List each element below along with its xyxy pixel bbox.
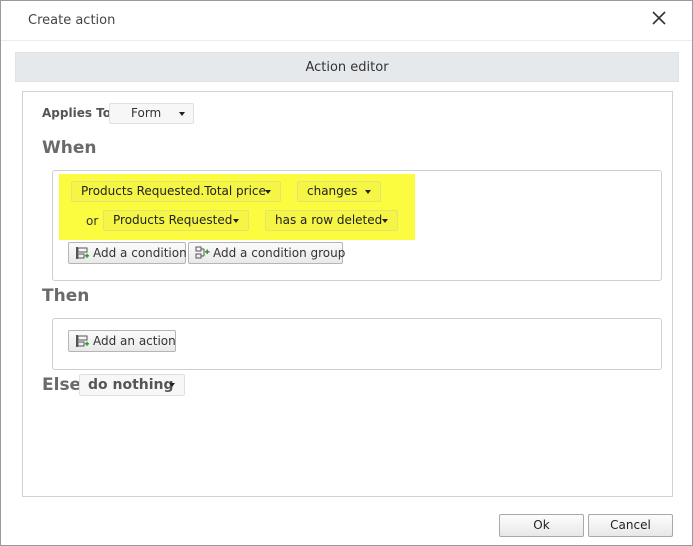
condition-2-connector: or: [86, 214, 99, 228]
chevron-down-icon: [233, 219, 239, 223]
condition-2-field-dropdown[interactable]: Products Requested: [103, 210, 249, 231]
chevron-down-icon: [382, 219, 388, 223]
add-condition-group-label: Add a condition group: [213, 246, 346, 260]
chevron-down-icon: [265, 190, 271, 194]
cancel-button[interactable]: Cancel: [588, 514, 673, 537]
add-condition-icon: [75, 246, 90, 267]
condition-2-field: Products Requested: [113, 213, 233, 227]
when-heading: When: [42, 138, 97, 158]
applies-to-label: Applies To: [42, 106, 111, 120]
condition-1-field: Products Requested.Total price: [81, 184, 266, 198]
else-heading: Else: [42, 375, 82, 395]
condition-1-operator: changes: [307, 184, 358, 198]
editor-panel: [22, 91, 673, 497]
chevron-down-icon: [179, 112, 185, 116]
applies-to-dropdown[interactable]: Form: [109, 103, 194, 124]
close-button[interactable]: [646, 5, 672, 31]
condition-1-field-dropdown[interactable]: Products Requested.Total price: [71, 181, 281, 202]
condition-2-operator-dropdown[interactable]: has a row deleted: [265, 210, 398, 231]
dialog-title: Create action: [28, 13, 116, 28]
add-action-button[interactable]: Add an action: [68, 330, 176, 352]
add-condition-group-button[interactable]: Add a condition group: [188, 242, 346, 267]
else-value: do nothing: [88, 377, 174, 393]
chevron-down-icon: [365, 190, 371, 194]
add-condition-group-icon: [195, 246, 210, 267]
add-condition-button[interactable]: Add a condition: [68, 242, 187, 267]
add-action-label: Add an action: [93, 334, 176, 348]
condition-1-operator-dropdown[interactable]: changes: [297, 181, 381, 202]
else-dropdown[interactable]: do nothing: [79, 374, 185, 396]
add-condition-label: Add a condition: [93, 246, 187, 260]
applies-to-value: Form: [131, 106, 162, 120]
condition-2-operator: has a row deleted: [275, 213, 383, 227]
create-action-dialog: Create action Action editor Applies To F…: [0, 0, 693, 546]
add-action-icon: [75, 334, 90, 355]
title-divider: [1, 40, 692, 41]
chevron-down-icon: [169, 383, 175, 387]
ok-button[interactable]: Ok: [499, 514, 584, 537]
action-editor-header: Action editor: [15, 52, 679, 82]
close-icon: [652, 11, 666, 25]
then-heading: Then: [42, 286, 90, 306]
